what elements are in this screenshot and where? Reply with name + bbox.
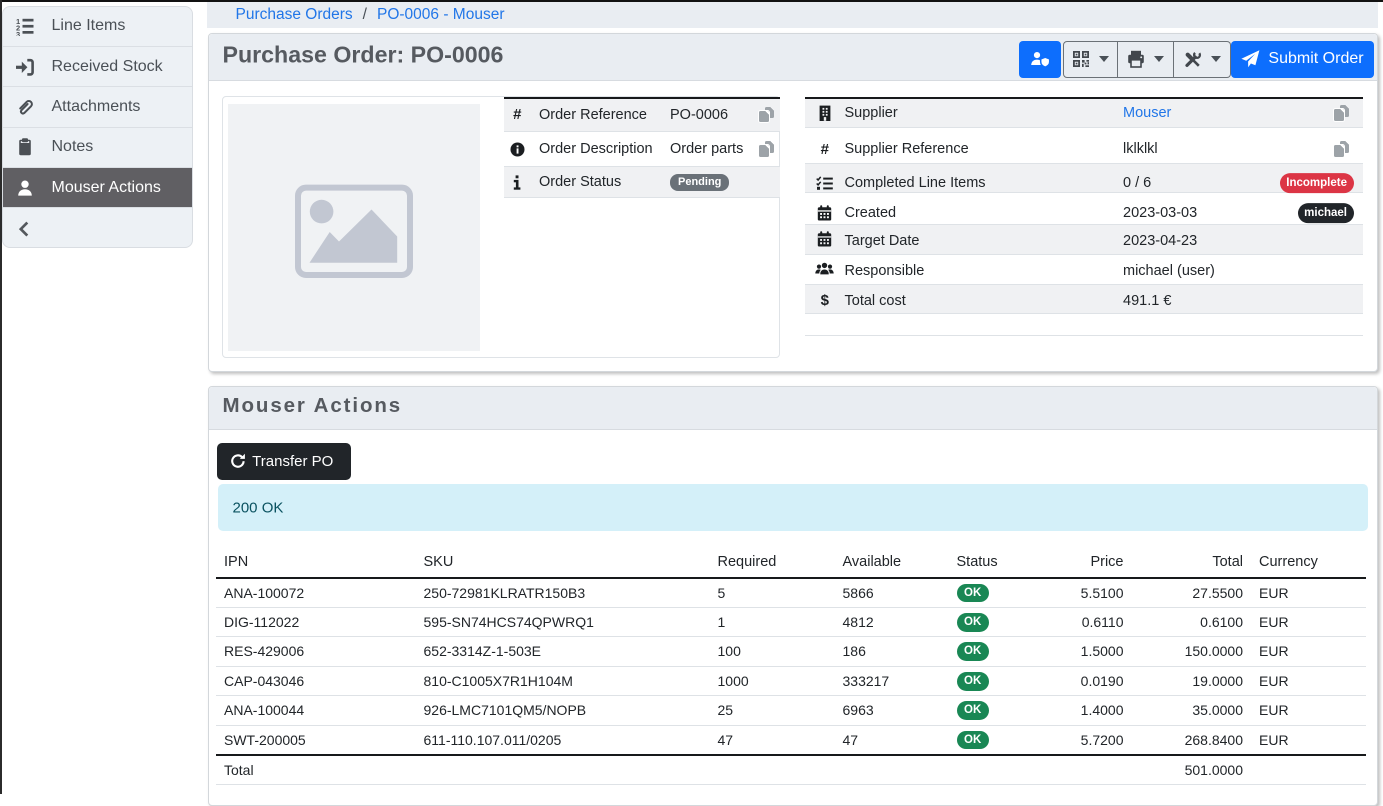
svg-text:3: 3 (16, 30, 20, 36)
